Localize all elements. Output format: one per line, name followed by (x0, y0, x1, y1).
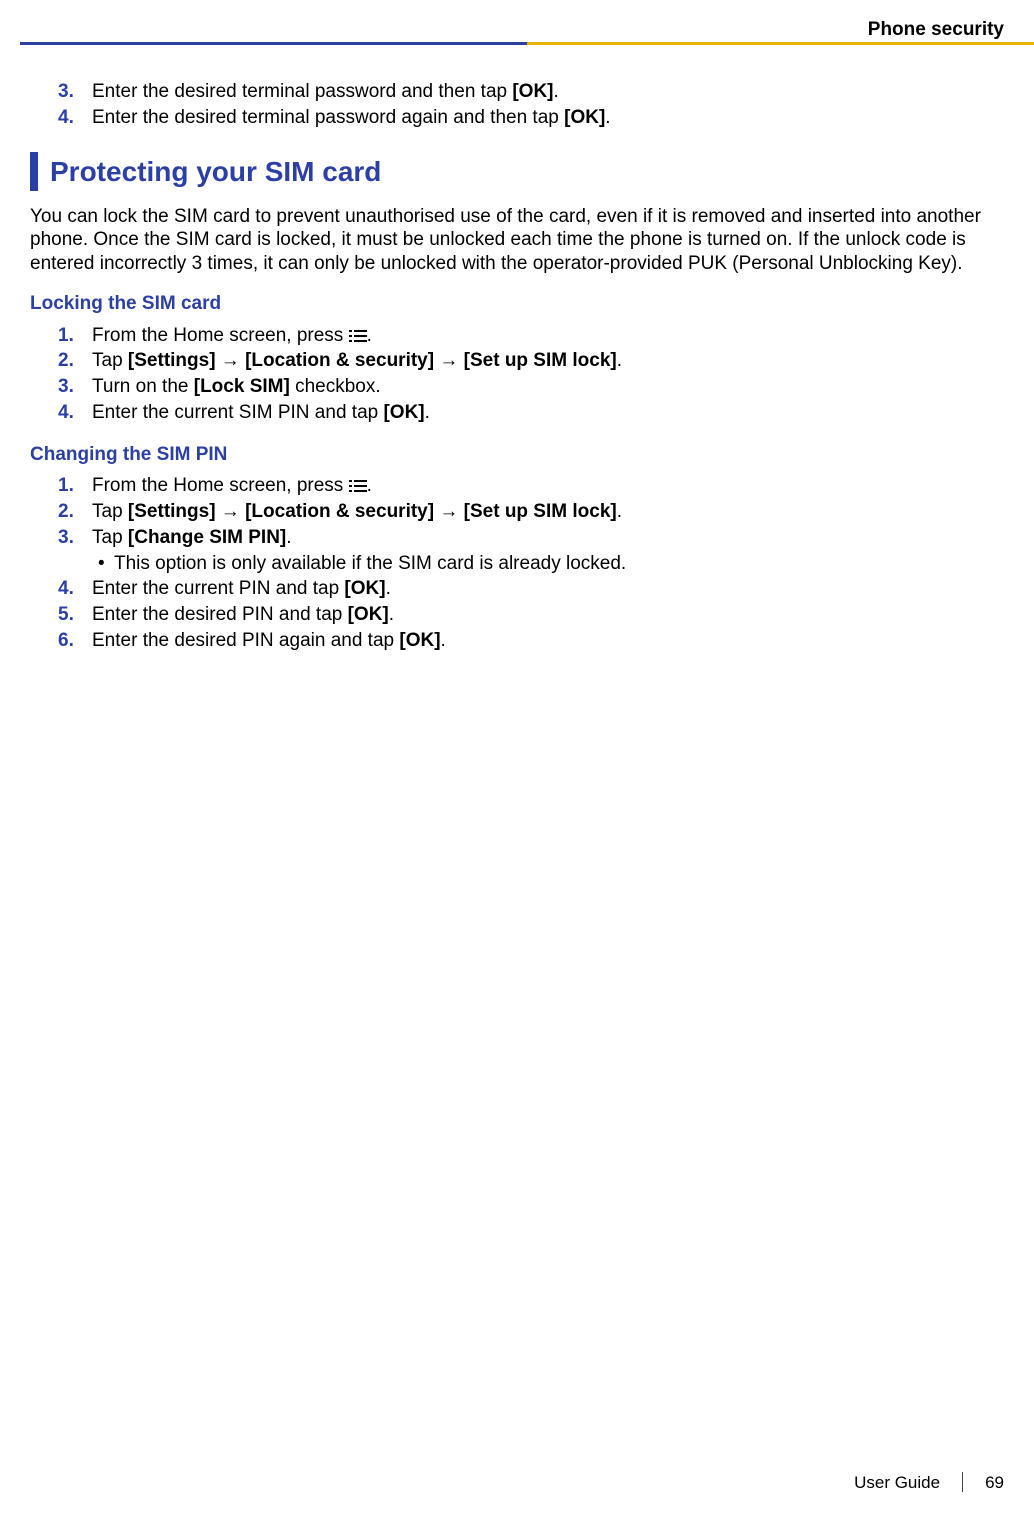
menu-icon (349, 479, 367, 493)
step-text: Enter the desired PIN and tap (92, 604, 348, 625)
step-text: . (617, 501, 622, 522)
step-number: 1. (58, 474, 74, 498)
step-text: Enter the desired terminal password agai… (92, 107, 564, 128)
step-text: . (367, 475, 372, 496)
locking-step-list: 1. From the Home screen, press . 2. Tap … (30, 324, 1004, 425)
step-number: 4. (58, 106, 74, 130)
step-number: 4. (58, 401, 74, 425)
subheading-locking: Locking the SIM card (30, 292, 1004, 316)
step-text: Tap (92, 501, 128, 522)
ui-label: [OK] (383, 402, 424, 423)
arrow-icon: → (434, 501, 464, 522)
ui-label: [Settings] (128, 501, 216, 522)
step-number: 3. (58, 375, 74, 399)
step-text: . (286, 527, 291, 548)
intro-paragraph: You can lock the SIM card to prevent una… (30, 205, 1004, 276)
step-text: . (425, 402, 430, 423)
note-bullet-list: This option is only available if the SIM… (92, 552, 1004, 576)
step-number: 6. (58, 629, 74, 653)
list-item: 5. Enter the desired PIN and tap [OK]. (30, 603, 1004, 627)
arrow-icon: → (434, 350, 464, 371)
step-text: . (389, 604, 394, 625)
section-heading-wrap: Protecting your SIM card (30, 152, 1004, 191)
step-text: . (605, 107, 610, 128)
menu-icon (349, 329, 367, 343)
arrow-icon: → (216, 501, 246, 522)
step-text: Turn on the (92, 376, 194, 397)
step-text: . (554, 81, 559, 102)
footer-divider (962, 1472, 963, 1492)
list-item: 1. From the Home screen, press . (30, 324, 1004, 348)
step-text: . (386, 578, 391, 599)
step-number: 4. (58, 577, 74, 601)
arrow-icon: → (216, 350, 246, 371)
ui-label: [OK] (344, 578, 385, 599)
step-text: From the Home screen, press (92, 475, 349, 496)
step-number: 2. (58, 349, 74, 373)
page-footer: User Guide 69 (854, 1472, 1004, 1493)
ui-label: [OK] (348, 604, 389, 625)
list-item: 4. Enter the desired terminal password a… (30, 106, 1004, 130)
list-item: 6. Enter the desired PIN again and tap [… (30, 629, 1004, 653)
list-item: 4. Enter the current PIN and tap [OK]. (30, 577, 1004, 601)
ui-label: [OK] (564, 107, 605, 128)
step-number: 2. (58, 500, 74, 524)
step-text: Enter the current SIM PIN and tap (92, 402, 383, 423)
ui-label: [Change SIM PIN] (128, 527, 286, 548)
step-number: 5. (58, 603, 74, 627)
step-text: Tap (92, 527, 128, 548)
step-text: Enter the current PIN and tap (92, 578, 344, 599)
page-content: 3. Enter the desired terminal password a… (30, 78, 1004, 671)
footer-page-number: 69 (985, 1472, 1004, 1493)
list-item: 2. Tap [Settings] → [Location & security… (30, 349, 1004, 373)
list-item: 1. From the Home screen, press . (30, 474, 1004, 498)
list-item: 4. Enter the current SIM PIN and tap [OK… (30, 401, 1004, 425)
ui-label: [Lock SIM] (194, 376, 290, 397)
step-text: . (367, 325, 372, 346)
changing-step-list: 1. From the Home screen, press . 2. Tap … (30, 474, 1004, 652)
header-rule (20, 42, 1034, 45)
ui-label: [Set up SIM lock] (464, 350, 617, 371)
step-text: . (617, 350, 622, 371)
step-text: checkbox. (290, 376, 381, 397)
section-heading: Protecting your SIM card (50, 152, 381, 191)
list-item: 2. Tap [Settings] → [Location & security… (30, 500, 1004, 524)
step-text: Enter the desired PIN again and tap (92, 630, 399, 651)
header-section-title: Phone security (868, 18, 1004, 42)
footer-label: User Guide (854, 1472, 940, 1493)
subheading-changing: Changing the SIM PIN (30, 443, 1004, 467)
ui-label: [Location & security] (245, 501, 434, 522)
section-accent-bar (30, 152, 38, 191)
ui-label: [OK] (399, 630, 440, 651)
ui-label: [OK] (512, 81, 553, 102)
step-text: . (441, 630, 446, 651)
step-number: 1. (58, 324, 74, 348)
ui-label: [Location & security] (245, 350, 434, 371)
step-text: Tap (92, 350, 128, 371)
step-text: From the Home screen, press (92, 325, 349, 346)
list-item: 3. Turn on the [Lock SIM] checkbox. (30, 375, 1004, 399)
list-item: 3. Tap [Change SIM PIN]. This option is … (30, 526, 1004, 576)
step-text: Enter the desired terminal password and … (92, 81, 512, 102)
note-bullet: This option is only available if the SIM… (92, 552, 1004, 576)
continued-step-list: 3. Enter the desired terminal password a… (30, 80, 1004, 130)
step-number: 3. (58, 80, 74, 104)
ui-label: [Settings] (128, 350, 216, 371)
step-number: 3. (58, 526, 74, 550)
ui-label: [Set up SIM lock] (464, 501, 617, 522)
list-item: 3. Enter the desired terminal password a… (30, 80, 1004, 104)
